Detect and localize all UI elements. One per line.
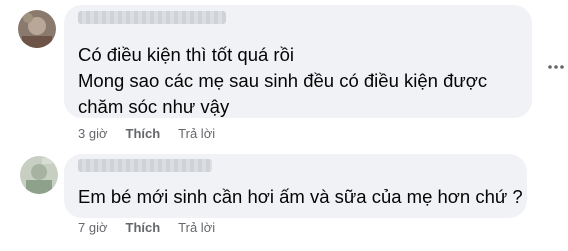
comment-bubble: Em bé mới sinh cần hơi ấm và sữa của mẹ … [64, 154, 527, 218]
author-name[interactable] [78, 11, 226, 24]
comment-text-line: Em bé mới sinh cần hơi ấm và sữa của mẹ … [78, 186, 523, 207]
comment-actions: 3 giờ Thích Trả lời [78, 126, 215, 141]
author-name[interactable] [78, 159, 212, 172]
comment-1: Có điều kiện thì tốt quá rồi Mong sao cá… [0, 0, 568, 150]
reply-button[interactable]: Trả lời [178, 220, 215, 235]
avatar[interactable] [18, 10, 56, 48]
comment-actions: 7 giờ Thích Trả lời [78, 220, 215, 235]
avatar[interactable] [20, 156, 58, 194]
more-options-button[interactable] [544, 55, 568, 79]
like-button[interactable]: Thích [126, 126, 161, 141]
reply-button[interactable]: Trả lời [178, 126, 215, 141]
comment-bubble: Có điều kiện thì tốt quá rồi Mong sao cá… [64, 5, 532, 118]
timestamp[interactable]: 3 giờ [78, 126, 108, 141]
comment-text-line: chăm sóc như vậy [78, 96, 230, 117]
timestamp[interactable]: 7 giờ [78, 220, 108, 235]
comment-text-line: Có điều kiện thì tốt quá rồi [78, 44, 294, 65]
like-button[interactable]: Thích [126, 220, 161, 235]
comment-text-line: Mong sao các mẹ sau sinh đều có điều kiệ… [78, 70, 488, 91]
more-horizontal-icon [548, 65, 564, 69]
comment-2: Em bé mới sinh cần hơi ấm và sữa của mẹ … [0, 150, 568, 251]
